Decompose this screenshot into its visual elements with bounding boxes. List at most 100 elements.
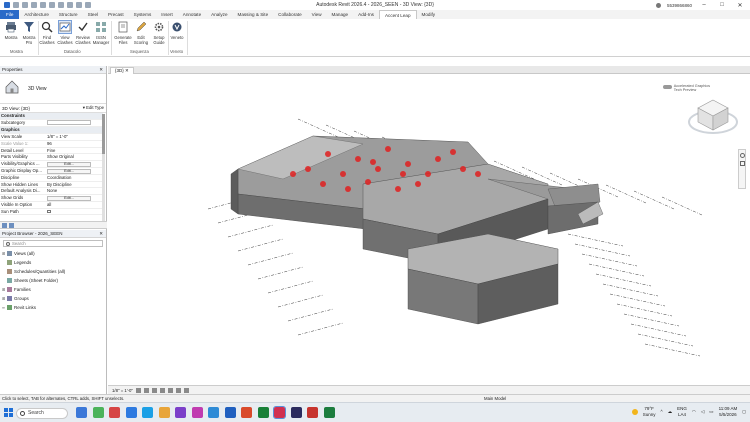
clash-marker[interactable] [365, 179, 371, 185]
detail-level-icon[interactable] [135, 387, 141, 393]
tab-massing-site[interactable]: Massing & Site [233, 10, 274, 19]
clash-marker[interactable] [395, 186, 401, 192]
tree-item[interactable]: ⊞ Groups [0, 294, 106, 303]
properties-scrollbar[interactable] [102, 114, 105, 224]
edit-button[interactable]: Edit... [47, 168, 91, 174]
clash-marker[interactable] [475, 171, 481, 177]
measure-icon[interactable] [58, 2, 64, 8]
clash-marker[interactable] [415, 181, 421, 187]
generate-files-button[interactable]: Generate Files [114, 21, 132, 45]
issn-manager-button[interactable]: ISSN Manager [92, 21, 110, 45]
taskbar-app-icon[interactable] [142, 407, 153, 418]
clash-marker[interactable] [325, 151, 331, 157]
clash-marker[interactable] [435, 156, 441, 162]
wifi-icon[interactable]: ◠ [692, 409, 696, 415]
windows-start-icon[interactable] [4, 408, 13, 417]
shadows-icon[interactable] [159, 387, 165, 393]
cloud-icon[interactable]: ☁ [668, 409, 673, 415]
language-indicator[interactable]: ENG LA4 [677, 406, 687, 417]
property-value[interactable] [46, 119, 103, 128]
property-value[interactable]: 1/8" = 1'-0" [46, 133, 103, 141]
minimize-button[interactable]: – [698, 2, 710, 8]
print-icon[interactable] [49, 2, 55, 8]
taskbar-app-icon[interactable] [109, 407, 120, 418]
tree-item[interactable]: ⊞ Views (all) [0, 249, 106, 258]
taskbar-app-icon[interactable] [191, 407, 203, 418]
mostra-pro-button[interactable]: Mostra Pro [20, 21, 38, 45]
veneto-button[interactable]: Veneto [168, 21, 186, 40]
chevron-up-icon[interactable]: ^ [661, 409, 663, 414]
viewcube-icon[interactable] [684, 92, 742, 136]
tab-view[interactable]: View [307, 10, 327, 19]
property-value[interactable]: Edit... [46, 194, 103, 203]
clash-marker[interactable] [320, 181, 326, 187]
mostra-button[interactable]: Mostra [2, 21, 20, 40]
render-icon[interactable] [167, 387, 173, 393]
taskbar-app-icon[interactable] [208, 407, 219, 418]
view-instance-row[interactable]: 3D View: {3D} ▾ Edit Type [0, 104, 106, 113]
edit-button[interactable]: Edit... [47, 196, 91, 201]
taskbar-app-icon[interactable] [92, 407, 104, 418]
scroll-thumb[interactable] [102, 114, 105, 154]
tree-item[interactable]: Sheets (Sheet Folder) [0, 276, 106, 285]
property-value[interactable]: Coordination [46, 174, 103, 182]
clash-marker[interactable] [400, 171, 406, 177]
property-value[interactable]: None [46, 187, 103, 196]
tree-item[interactable]: Schedules/Quantities (all) [0, 267, 106, 276]
zoom-icon[interactable] [739, 161, 745, 166]
edit-type-button[interactable]: ▾ Edit Type [83, 105, 104, 111]
temporary-hide-icon[interactable] [183, 387, 189, 393]
property-value[interactable]: 96 [46, 140, 103, 148]
taskbar-app-icon[interactable] [307, 407, 318, 418]
find-clashes-button[interactable]: Find Clashes [38, 21, 56, 45]
subcategory-input[interactable] [47, 119, 91, 125]
3d-viewport[interactable]: Accelerated Graphics Tech Preview [108, 74, 750, 385]
view-scale[interactable]: 1/8" = 1'-0" [112, 388, 133, 393]
taskbar-app-icon[interactable] [323, 407, 335, 418]
clash-marker[interactable] [370, 159, 376, 165]
viewcube[interactable] [684, 92, 742, 136]
tree-item[interactable]: ∞ Revit Links [0, 303, 106, 312]
tab-insert[interactable]: Insert [156, 10, 178, 19]
clash-marker[interactable] [375, 166, 381, 172]
sun-path-checkbox[interactable] [47, 209, 51, 214]
taskbar-app-icon[interactable] [241, 407, 252, 418]
property-value[interactable]: By Discipline [46, 181, 103, 189]
tab-3d-view[interactable]: {3D} ✕ [110, 67, 134, 74]
tab-manage[interactable]: Manage [327, 10, 354, 19]
open-icon[interactable] [13, 2, 19, 8]
tab-steel[interactable]: Steel [83, 10, 103, 19]
tab-collaborate[interactable]: Collaborate [273, 10, 307, 19]
close-button[interactable]: ✕ [734, 2, 746, 9]
tab-accent-leap[interactable]: Accent Leap [378, 10, 417, 19]
user-icon[interactable] [655, 2, 661, 8]
clash-marker[interactable] [460, 166, 466, 172]
close-icon[interactable]: ✕ [99, 66, 106, 73]
tab-file[interactable]: File [0, 10, 20, 19]
close-icon[interactable]: ✕ [99, 230, 106, 237]
revit-logo-icon[interactable] [4, 2, 10, 8]
undo-icon[interactable] [31, 2, 37, 8]
type-selector[interactable]: 3D View [0, 74, 106, 104]
user-name[interactable]: 5539866860 [667, 3, 692, 8]
taskbar-app-icon[interactable] [257, 407, 269, 418]
clash-marker[interactable] [405, 161, 411, 167]
clash-marker[interactable] [345, 186, 351, 192]
tab-modify[interactable]: Modify [417, 10, 441, 19]
property-section[interactable]: Graphics [0, 126, 103, 135]
clash-marker[interactable] [355, 156, 361, 162]
crop-icon[interactable] [175, 387, 181, 393]
redo-icon[interactable] [40, 2, 46, 8]
view-selector[interactable]: 3D View: {3D} [2, 106, 30, 111]
active-model[interactable]: Main Model [484, 395, 506, 402]
taskbar-app-icon[interactable] [273, 406, 286, 419]
sun-path-icon[interactable] [151, 387, 157, 393]
clash-marker[interactable] [450, 149, 456, 155]
property-value[interactable]: all [46, 201, 103, 209]
view-clashes-button[interactable]: View Clashes [56, 20, 74, 45]
clash-marker[interactable] [305, 166, 311, 172]
review-clashes-button[interactable]: Review Clashes [74, 21, 92, 45]
edit-scoring-button[interactable]: Edit Scoring [132, 21, 150, 45]
tab-architecture[interactable]: Architecture [19, 10, 54, 19]
edit-button[interactable]: Edit... [47, 161, 91, 167]
